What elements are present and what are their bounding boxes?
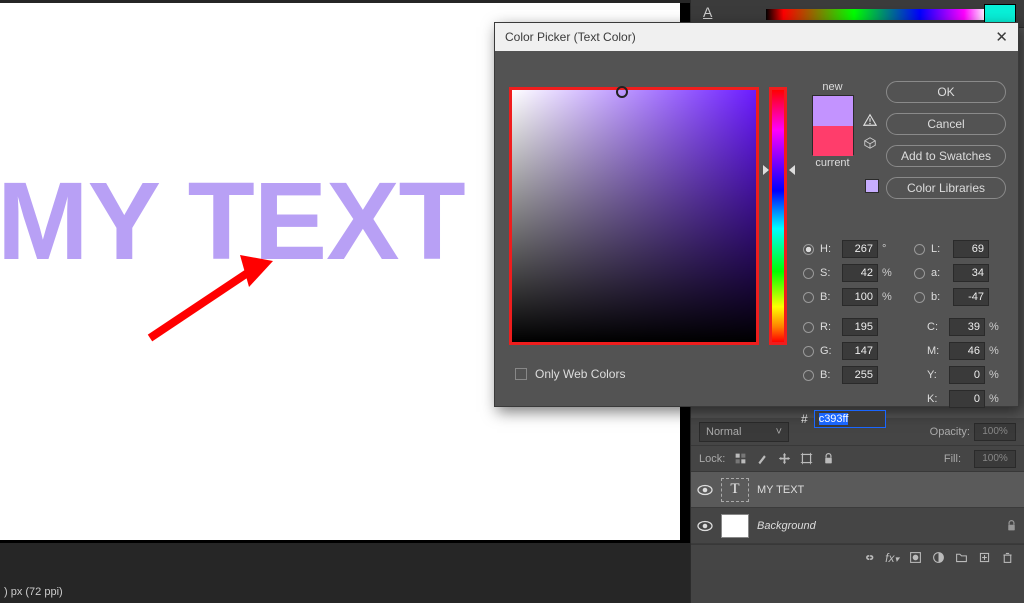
input-a[interactable]: 34	[953, 264, 989, 282]
gamut-warning-icon[interactable]	[863, 113, 877, 130]
dialog-titlebar[interactable]: Color Picker (Text Color) ✕	[495, 23, 1018, 51]
group-icon[interactable]	[955, 551, 968, 564]
layer-thumbnail-text: T	[721, 478, 749, 502]
opacity-label: Opacity:	[930, 426, 970, 438]
lock-label: Lock:	[699, 453, 725, 465]
lock-pixels-icon[interactable]	[734, 452, 747, 465]
blend-mode-select[interactable]: Normal ˅	[699, 422, 789, 442]
layers-footer: fx▾	[691, 544, 1024, 570]
input-k[interactable]: 0	[949, 390, 985, 408]
current-label: current	[805, 157, 860, 169]
layer-row-text[interactable]: T MY TEXT	[691, 472, 1024, 508]
link-layers-icon[interactable]	[862, 551, 875, 564]
current-color-swatch[interactable]	[813, 126, 853, 156]
input-l[interactable]: 69	[953, 240, 989, 258]
radio-h[interactable]	[803, 244, 814, 255]
ok-button[interactable]: OK	[886, 81, 1006, 103]
hue-slider[interactable]	[769, 87, 787, 345]
input-h[interactable]: 267	[842, 240, 878, 258]
radio-l[interactable]	[914, 244, 925, 255]
lock-move-icon[interactable]	[778, 452, 791, 465]
fill-label: Fill:	[944, 453, 961, 465]
new-color-swatch[interactable]	[813, 96, 853, 126]
radio-b-lab[interactable]	[914, 292, 925, 303]
status-bar: ) px (72 ppi)	[0, 581, 63, 603]
lock-all-icon[interactable]	[822, 452, 835, 465]
chevron-down-icon: ˅	[776, 426, 782, 438]
input-s[interactable]: 42	[842, 264, 878, 282]
input-b-rgb[interactable]: 255	[842, 366, 878, 384]
only-web-colors-option[interactable]: Only Web Colors	[515, 367, 625, 381]
radio-a[interactable]	[914, 268, 925, 279]
input-b-hsb[interactable]: 100	[842, 288, 878, 306]
input-c[interactable]: 39	[949, 318, 985, 336]
close-icon[interactable]: ✕	[995, 28, 1008, 46]
layer-name: Background	[757, 520, 816, 532]
cancel-button[interactable]: Cancel	[886, 113, 1006, 135]
new-label: new	[805, 81, 860, 93]
hash-label: #	[801, 412, 808, 426]
color-spectrum-strip[interactable]	[766, 9, 986, 20]
lock-brush-icon[interactable]	[756, 452, 769, 465]
hue-cursor-right[interactable]	[789, 165, 795, 175]
only-web-colors-label: Only Web Colors	[535, 367, 625, 381]
websafe-swatch[interactable]	[865, 179, 879, 193]
layer-name: MY TEXT	[757, 484, 804, 496]
visibility-eye-icon[interactable]	[697, 482, 713, 498]
radio-b-hsb[interactable]	[803, 292, 814, 303]
radio-g[interactable]	[803, 346, 814, 357]
input-m[interactable]: 46	[949, 342, 985, 360]
add-to-swatches-button[interactable]: Add to Swatches	[886, 145, 1006, 167]
new-layer-icon[interactable]	[978, 551, 991, 564]
opacity-input[interactable]: 100%	[974, 423, 1016, 441]
hue-cursor-left[interactable]	[763, 165, 769, 175]
fill-input[interactable]: 100%	[974, 450, 1016, 468]
color-field-cursor[interactable]	[616, 86, 628, 98]
layers-panel: Normal ˅ Opacity: 100% Lock: Fill: 100% …	[691, 418, 1024, 570]
color-swatch-compare: new current	[805, 81, 860, 169]
input-r[interactable]: 195	[842, 318, 878, 336]
input-y[interactable]: 0	[949, 366, 985, 384]
checkbox[interactable]	[515, 368, 527, 380]
radio-r[interactable]	[803, 322, 814, 333]
input-g[interactable]: 147	[842, 342, 878, 360]
foreground-swatch[interactable]	[984, 4, 1016, 24]
input-b-lab[interactable]: -47	[953, 288, 989, 306]
color-field[interactable]	[509, 87, 759, 345]
radio-s[interactable]	[803, 268, 814, 279]
color-picker-dialog: Color Picker (Text Color) ✕ new current …	[494, 22, 1019, 407]
character-panel-icon[interactable]: A	[703, 4, 712, 20]
lock-icon	[1005, 519, 1018, 532]
trash-icon[interactable]	[1001, 551, 1014, 564]
mask-icon[interactable]	[909, 551, 922, 564]
dialog-title: Color Picker (Text Color)	[505, 30, 636, 44]
layer-row-background[interactable]: Background	[691, 508, 1024, 544]
adjustment-layer-icon[interactable]	[932, 551, 945, 564]
text-layer-preview: MY TEXT	[0, 158, 465, 285]
color-libraries-button[interactable]: Color Libraries	[886, 177, 1006, 199]
websafe-warning-icon[interactable]	[864, 137, 876, 149]
visibility-eye-icon[interactable]	[697, 518, 713, 534]
layer-thumbnail-bg	[721, 514, 749, 538]
fx-icon[interactable]: fx▾	[885, 551, 899, 565]
blend-mode-value: Normal	[706, 426, 741, 438]
hex-input[interactable]: c393ff	[814, 410, 886, 428]
radio-b-rgb[interactable]	[803, 370, 814, 381]
lock-artboard-icon[interactable]	[800, 452, 813, 465]
